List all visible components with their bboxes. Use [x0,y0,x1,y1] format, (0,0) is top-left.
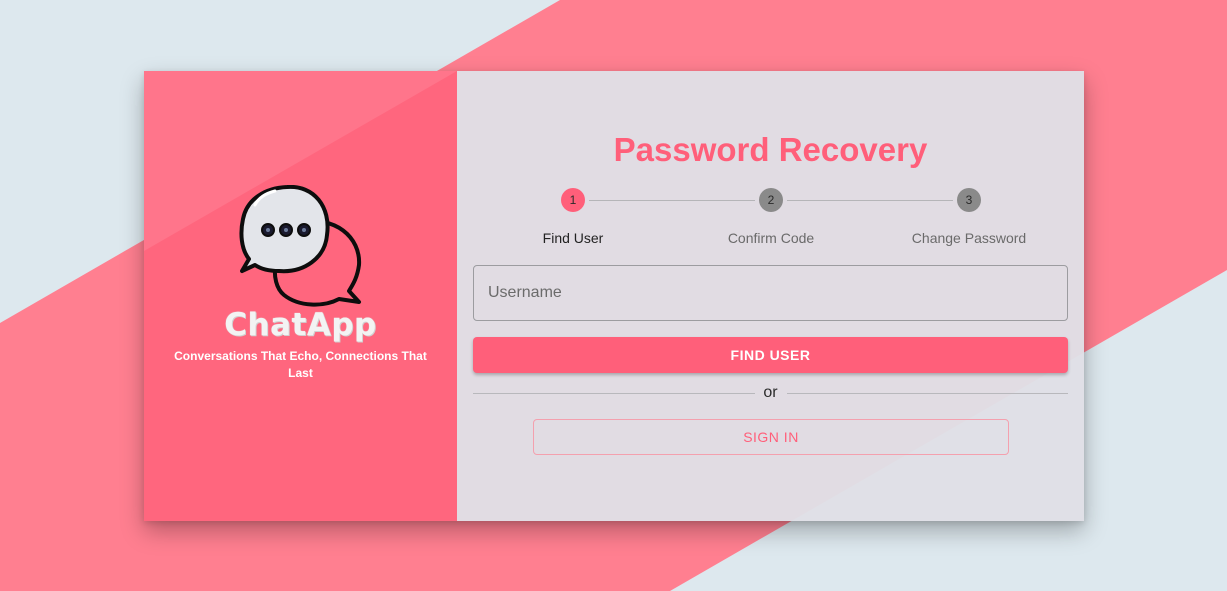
sign-in-button[interactable]: SIGN IN [533,419,1009,455]
chat-bubbles-icon [239,185,362,307]
step-find-user: 1 Find User [473,188,673,246]
step-change-password: 3 Change Password [869,188,1069,246]
step-confirm-code: 2 Confirm Code [671,188,871,246]
recovery-stepper: 1 Find User 2 Confirm Code 3 Change Pass… [473,188,1068,248]
divider-text: or [763,384,778,401]
step-label: Confirm Code [727,230,815,246]
recovery-card: ChatApp Conversations That Echo, Connect… [144,71,1084,521]
find-user-button[interactable]: FIND USER [473,337,1068,373]
step-label: Change Password [911,230,1027,246]
brand-name: ChatApp [224,307,377,343]
brand-panel: ChatApp Conversations That Echo, Connect… [144,71,457,521]
step-number: 3 [957,188,981,212]
username-field [473,265,1068,321]
username-input[interactable] [474,266,1067,320]
brand-tagline: Conversations That Echo, Connections Tha… [174,349,427,380]
or-divider: or [473,383,1068,403]
page-title: Password Recovery [613,131,928,168]
form-panel: Password Recovery 1 Find User 2 Confirm … [457,71,1084,521]
step-number: 2 [759,188,783,212]
step-label: Find User [542,230,604,246]
step-number: 1 [561,188,585,212]
